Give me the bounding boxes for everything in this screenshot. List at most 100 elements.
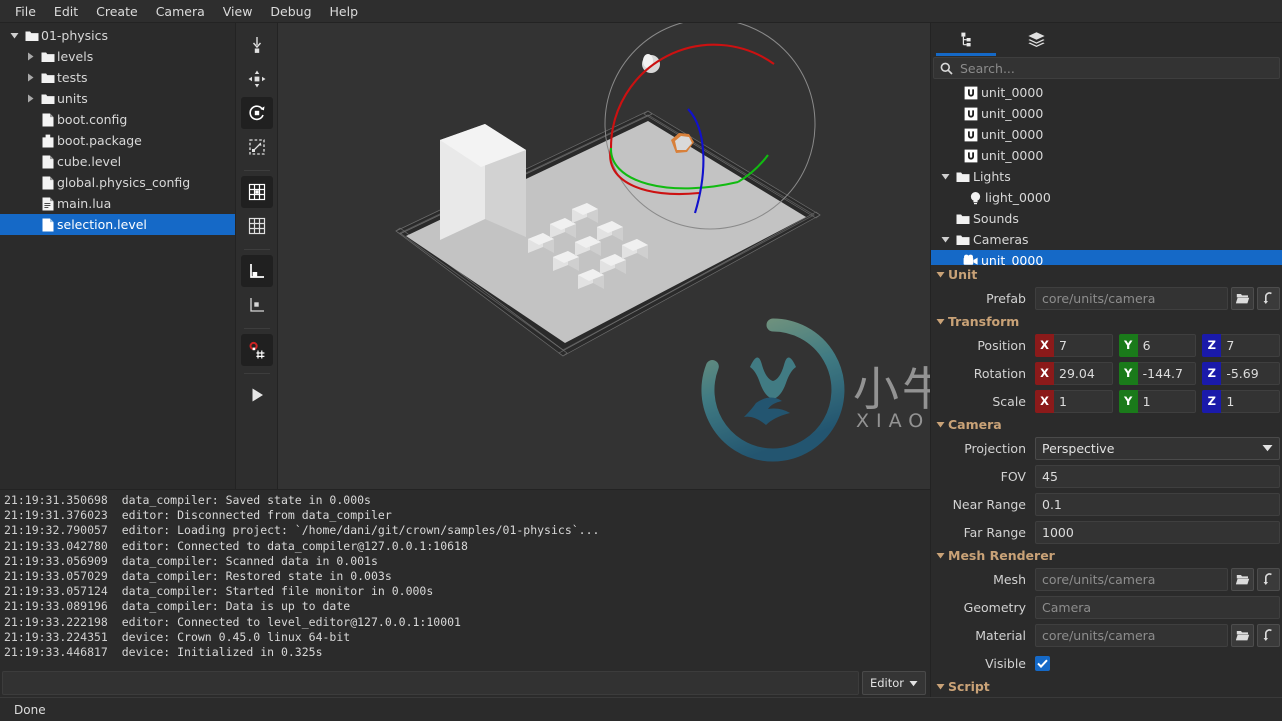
revert-material-button[interactable] <box>1257 623 1280 647</box>
scene-tree-row-selected[interactable]: unit_0000 <box>931 250 1282 265</box>
menu-item-help[interactable]: Help <box>321 1 368 22</box>
grid-tool-button[interactable] <box>241 210 273 242</box>
chevron-down-icon <box>936 684 945 690</box>
console-input[interactable] <box>2 671 859 695</box>
scale-z-input[interactable]: 1 <box>1221 389 1281 413</box>
menu-item-file[interactable]: File <box>6 1 45 22</box>
scene-tree-row[interactable]: unit_0000 <box>931 82 1282 103</box>
file-tree-row[interactable]: main.lua <box>0 193 235 214</box>
browse-prefab-button[interactable] <box>1231 286 1254 310</box>
scene-tree[interactable]: unit_0000 unit_0000 unit_0000 unit_0000 <box>931 81 1282 265</box>
scale-x-input[interactable]: 1 <box>1054 389 1113 413</box>
scene-tree-row[interactable]: Sounds <box>931 208 1282 229</box>
section-header-script[interactable]: Script <box>931 677 1282 696</box>
prefab-field[interactable]: core/units/camera <box>1035 286 1228 310</box>
file-tree-row[interactable]: boot.config <box>0 109 235 130</box>
position-x-cell: X 7 <box>1035 333 1113 357</box>
snap-mode-tool-button[interactable] <box>240 334 273 366</box>
file-tree-row-selected[interactable]: selection.level <box>0 214 235 235</box>
chevron-right-icon[interactable] <box>22 73 38 82</box>
menu-item-debug[interactable]: Debug <box>261 1 320 22</box>
place-tool-button[interactable] <box>241 29 273 61</box>
vector3-rotation: X 29.04 Y -144.7 Z -5.69 <box>1035 361 1281 385</box>
scene-tree-tab[interactable] <box>931 23 1001 56</box>
scene-tree-row[interactable]: light_0000 <box>931 187 1282 208</box>
axis-y-badge: Y <box>1118 333 1138 357</box>
scene-tree-row[interactable]: unit_0000 <box>931 103 1282 124</box>
scale-tool-button[interactable] <box>241 131 273 163</box>
position-z-input[interactable]: 7 <box>1221 333 1281 357</box>
section-header-unit[interactable]: Unit <box>931 265 1282 284</box>
chevron-down-icon <box>909 680 918 686</box>
move-tool-button[interactable] <box>241 63 273 95</box>
console-log[interactable]: 21:19:31.350698 data_compiler: Saved sta… <box>0 489 930 669</box>
menu-item-camera[interactable]: Camera <box>147 1 214 22</box>
chevron-right-icon[interactable] <box>22 94 38 103</box>
rotation-x-input[interactable]: 29.04 <box>1054 361 1113 385</box>
log-timestamp: 21:19:33.224351 <box>4 629 108 644</box>
mesh-field[interactable]: core/units/camera <box>1035 567 1228 591</box>
file-tree-row[interactable]: units <box>0 88 235 109</box>
rotate-tool-button[interactable] <box>240 97 273 129</box>
rotation-z-input[interactable]: -5.69 <box>1221 361 1281 385</box>
scene-tree-row[interactable]: Lights <box>931 166 1282 187</box>
property-row-rotation: Rotation X 29.04 Y -144.7 Z -5.69 <box>931 359 1282 387</box>
axis-z-badge: Z <box>1202 333 1222 357</box>
console-command-row: Editor <box>0 669 930 697</box>
file-tree-row[interactable]: tests <box>0 67 235 88</box>
chevron-down-icon[interactable] <box>937 172 953 181</box>
scene-tree-row[interactable]: unit_0000 <box>931 145 1282 166</box>
3d-viewport[interactable]: 小牛知 XIAO <box>278 23 930 489</box>
snap-to-grid-tool-button[interactable] <box>240 176 273 208</box>
material-field[interactable]: core/units/camera <box>1035 623 1228 647</box>
scene-search-bar[interactable] <box>933 57 1280 79</box>
search-input[interactable] <box>960 60 1273 76</box>
log-timestamp: 21:19:33.057124 <box>4 584 108 599</box>
properties-inspector: Unit Prefab core/units/camera Transform … <box>931 265 1282 697</box>
revert-mesh-button[interactable] <box>1257 567 1280 591</box>
section-header-mesh-renderer[interactable]: Mesh Renderer <box>931 546 1282 565</box>
visible-checkbox[interactable] <box>1035 655 1050 671</box>
menu-item-view[interactable]: View <box>214 1 262 22</box>
file-tree-row[interactable]: cube.level <box>0 151 235 172</box>
reference-world-tool-button[interactable] <box>240 255 273 287</box>
layers-tab[interactable] <box>1001 23 1071 56</box>
section-header-camera[interactable]: Camera <box>931 415 1282 434</box>
project-file-tree[interactable]: 01-physics levels tests units boot.confi… <box>0 23 236 489</box>
log-timestamp: 21:19:31.350698 <box>4 493 108 507</box>
far-range-input[interactable]: 1000 <box>1035 520 1280 544</box>
rotation-y-input[interactable]: -144.7 <box>1137 361 1197 385</box>
near-range-input[interactable]: 0.1 <box>1035 492 1280 516</box>
menu-item-edit[interactable]: Edit <box>45 1 87 22</box>
scale-z-cell: Z 1 <box>1202 389 1281 413</box>
chevron-down-icon[interactable] <box>937 235 953 244</box>
projection-dropdown[interactable]: Perspective <box>1035 436 1280 460</box>
file-tree-row[interactable]: levels <box>0 46 235 67</box>
light-icon <box>965 191 985 205</box>
browse-material-button[interactable] <box>1231 623 1254 647</box>
position-x-input[interactable]: 7 <box>1054 333 1113 357</box>
section-title: Camera <box>948 417 1002 432</box>
play-button[interactable] <box>241 379 273 411</box>
log-timestamp: 21:19:31.376023 <box>4 508 108 523</box>
scene-tree-row[interactable]: Cameras <box>931 229 1282 250</box>
file-tree-row[interactable]: boot.package <box>0 130 235 151</box>
section-header-transform[interactable]: Transform <box>931 312 1282 331</box>
log-line: 21:19:31.350698 data_compiler: Saved sta… <box>4 493 930 508</box>
console-target-dropdown[interactable]: Editor <box>861 671 926 695</box>
chevron-down-icon[interactable] <box>6 31 22 40</box>
file-tree-row[interactable]: 01-physics <box>0 25 235 46</box>
file-icon <box>38 113 57 127</box>
scene-tree-row[interactable]: unit_0000 <box>931 124 1282 145</box>
position-y-cell: Y 6 <box>1118 333 1197 357</box>
fov-input[interactable]: 45 <box>1035 464 1280 488</box>
menu-item-create[interactable]: Create <box>87 1 147 22</box>
position-y-input[interactable]: 6 <box>1137 333 1197 357</box>
revert-prefab-button[interactable] <box>1257 286 1280 310</box>
file-tree-row[interactable]: global.physics_config <box>0 172 235 193</box>
reference-local-tool-button[interactable] <box>241 289 273 321</box>
geometry-field[interactable]: Camera <box>1035 595 1280 619</box>
browse-mesh-button[interactable] <box>1231 567 1254 591</box>
scale-y-input[interactable]: 1 <box>1137 389 1197 413</box>
chevron-right-icon[interactable] <box>22 52 38 61</box>
